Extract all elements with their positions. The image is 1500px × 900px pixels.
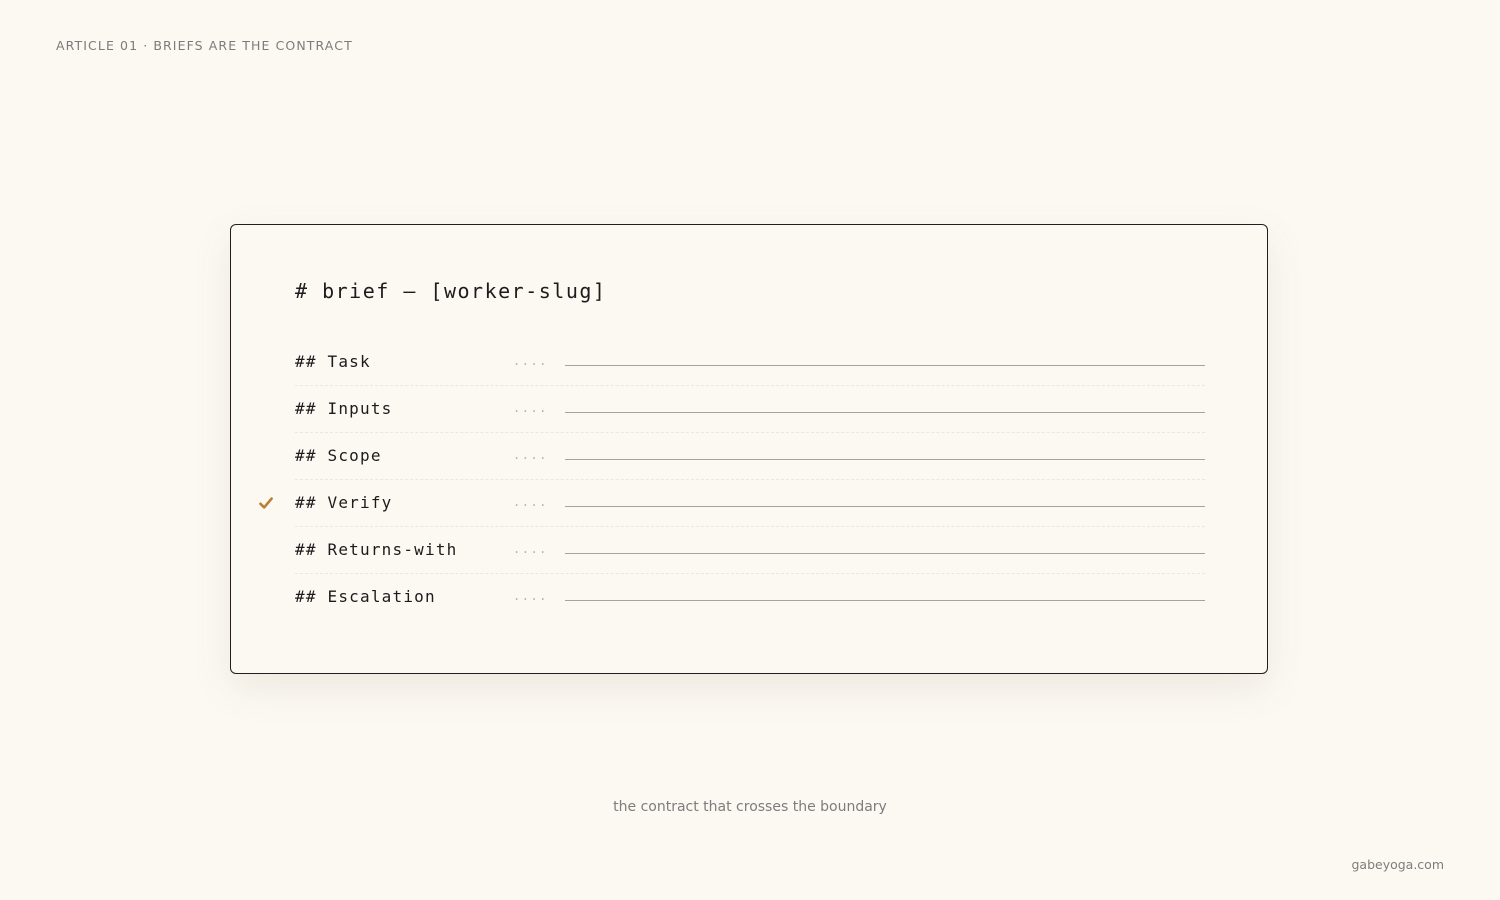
leader-dots: .... [513, 401, 548, 415]
brief-title: # brief — [worker-slug] [295, 279, 607, 303]
leader-dots: .... [513, 542, 548, 556]
blank-fill-line [565, 459, 1205, 460]
footer-site-link[interactable]: gabeyoga.com [1351, 857, 1444, 872]
caption: the contract that crosses the boundary [613, 799, 887, 815]
section-label: ## Verify [295, 493, 393, 512]
section-label: ## Scope [295, 446, 382, 465]
leader-dots: .... [513, 354, 548, 368]
section-row-task: ## Task .... [295, 339, 1205, 386]
checkmark-icon [259, 497, 273, 509]
article-eyebrow: ARTICLE 01 · BRIEFS ARE THE CONTRACT [56, 38, 353, 53]
section-row-scope: ## Scope .... [295, 433, 1205, 480]
leader-dots: .... [513, 448, 548, 462]
section-label: ## Returns-with [295, 540, 458, 559]
blank-fill-line [565, 506, 1205, 507]
section-label: ## Inputs [295, 399, 393, 418]
leader-dots: .... [513, 589, 548, 603]
brief-template-card: # brief — [worker-slug] ## Task .... ## … [230, 224, 1268, 674]
section-row-returns-with: ## Returns-with .... [295, 527, 1205, 574]
blank-fill-line [565, 412, 1205, 413]
blank-fill-line [565, 600, 1205, 601]
section-label: ## Task [295, 352, 371, 371]
section-row-escalation: ## Escalation .... [295, 574, 1205, 621]
section-row-inputs: ## Inputs .... [295, 386, 1205, 433]
section-row-verify: ## Verify .... [259, 480, 1205, 527]
leader-dots: .... [513, 495, 548, 509]
blank-fill-line [565, 365, 1205, 366]
section-label: ## Escalation [295, 587, 436, 606]
blank-fill-line [565, 553, 1205, 554]
section-list: ## Task .... ## Inputs .... ## Scope ...… [259, 339, 1205, 621]
